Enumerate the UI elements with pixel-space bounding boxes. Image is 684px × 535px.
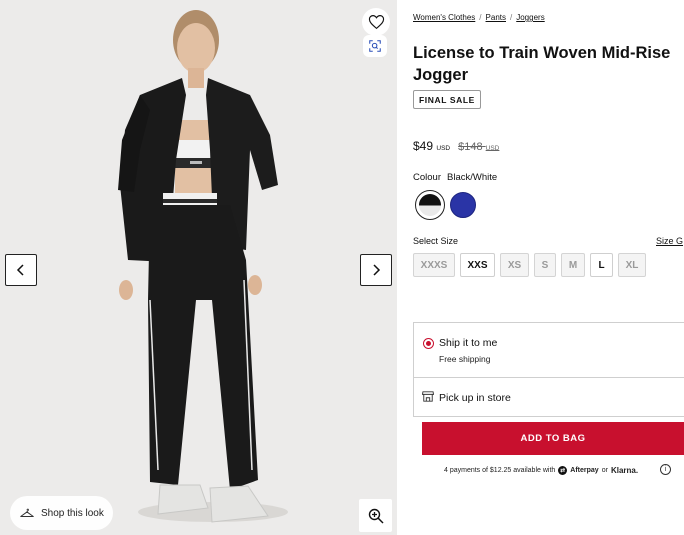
breadcrumb-separator: /	[479, 13, 482, 22]
shop-this-look-label: Shop this look	[41, 507, 104, 519]
zoom-button[interactable]	[359, 499, 392, 532]
or-label: or	[601, 467, 608, 474]
chevron-left-icon	[16, 264, 24, 276]
select-size-label: Select Size	[413, 236, 459, 246]
visual-search-icon	[369, 40, 381, 52]
klarna-label: Klarna.	[610, 466, 639, 475]
breadcrumb-joggers[interactable]: Joggers	[516, 13, 544, 22]
swatch-black-white[interactable]	[415, 190, 445, 220]
original-price: $148 USD	[458, 141, 500, 153]
breadcrumb-womens-clothes[interactable]: Women's Clothes	[413, 13, 475, 22]
afterpay-label: Afterpay	[570, 467, 599, 474]
shop-this-look-button[interactable]: Shop this look	[10, 496, 113, 530]
info-icon[interactable]: i	[660, 464, 671, 475]
installments-info: 4 payments of $12.25 available with ⇄ Af…	[444, 466, 638, 475]
pickup-label: Pick up in store	[439, 392, 511, 404]
size-selector: XXXS XXS XS S M L XL	[413, 253, 646, 277]
size-option[interactable]: S	[534, 253, 556, 277]
current-price: $49 USD	[413, 139, 451, 153]
product-gallery: Shop this look	[0, 0, 397, 535]
breadcrumb-pants[interactable]: Pants	[486, 13, 506, 22]
breadcrumb: Women's Clothes / Pants / Joggers	[413, 13, 545, 22]
previous-image-button[interactable]	[5, 254, 37, 286]
size-option[interactable]: L	[590, 253, 613, 277]
add-to-bag-button[interactable]: ADD TO BAG	[422, 422, 684, 455]
product-details: Women's Clothes / Pants / Joggers Licens…	[397, 0, 684, 535]
size-option[interactable]: XS	[500, 253, 529, 277]
hanger-icon	[20, 508, 34, 517]
chevron-right-icon	[373, 264, 381, 276]
final-sale-badge: FINAL SALE	[413, 90, 481, 109]
breadcrumb-separator: /	[510, 13, 513, 22]
ship-radio[interactable]	[423, 338, 434, 349]
store-icon	[422, 391, 434, 402]
heart-icon	[368, 15, 384, 30]
ship-title: Ship it to me	[439, 337, 498, 349]
size-option[interactable]: XXS	[460, 253, 495, 277]
afterpay-icon: ⇄	[558, 466, 568, 475]
size-option[interactable]: XL	[618, 253, 646, 277]
product-title: License to Train Woven Mid-Rise Jogger	[413, 44, 671, 84]
size-option[interactable]: M	[561, 253, 585, 277]
product-image	[0, 0, 397, 535]
colour-label: Colour Black/White	[413, 172, 498, 183]
selected-colour: Black/White	[447, 172, 498, 183]
price: $49 USD $148 USD	[413, 139, 499, 153]
pickup-option[interactable]: Pick up in store	[414, 378, 684, 416]
ship-subtitle: Free shipping	[439, 354, 491, 364]
size-guide-link[interactable]: Size G	[656, 236, 683, 246]
next-image-button[interactable]	[360, 254, 392, 286]
zoom-in-icon	[368, 508, 384, 524]
ship-it-option[interactable]: Ship it to me Free shipping	[414, 323, 684, 378]
size-option[interactable]: XXXS	[413, 253, 455, 277]
installments-text: 4 payments of $12.25 available with	[444, 467, 556, 474]
wishlist-button[interactable]	[362, 8, 390, 36]
fulfilment-options: Ship it to me Free shipping Pick up in s…	[413, 322, 684, 417]
swatch-blue[interactable]	[450, 192, 476, 218]
visual-search-button[interactable]	[363, 35, 387, 57]
